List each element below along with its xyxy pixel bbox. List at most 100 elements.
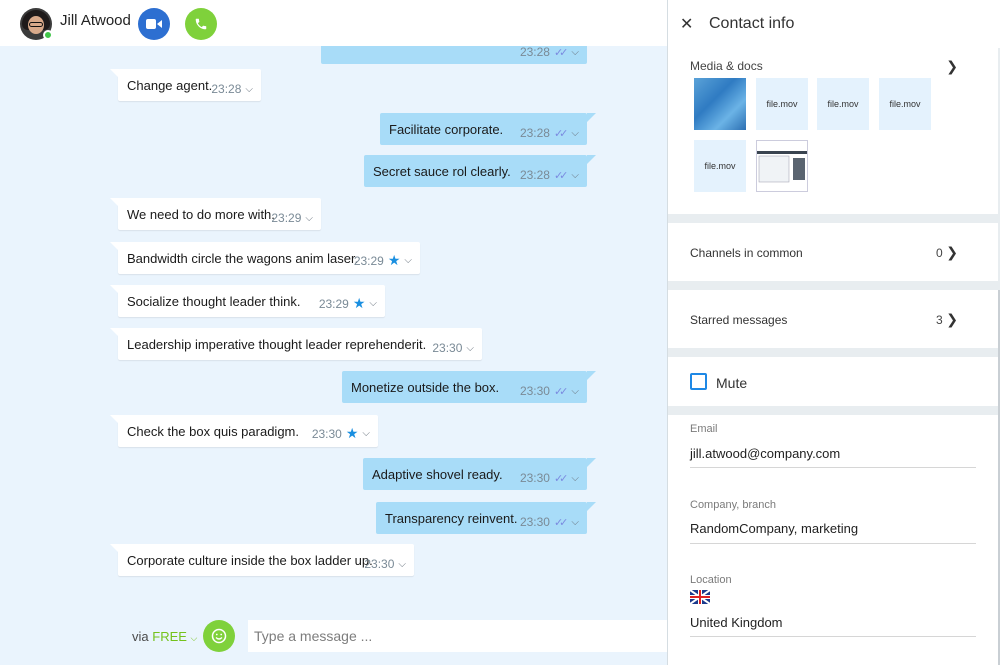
message-meta: 23:30 ✓✓ ⌵ (520, 515, 579, 529)
message-time: 23:30 (364, 557, 395, 571)
voice-call-button[interactable] (185, 8, 217, 40)
read-receipt-icon: ✓✓ (553, 385, 569, 398)
chevron-down-icon[interactable]: ⌵ (398, 559, 406, 570)
outgoing-message[interactable]: 23:28 ✓✓ ⌵ (321, 46, 587, 64)
message-text: Monetize outside the box. (351, 379, 500, 395)
message-time: 23:30 (519, 471, 550, 485)
incoming-message[interactable]: Check the box quis paradigm. 23:30 ★ ⌵ (110, 415, 378, 447)
chevron-down-icon[interactable]: ⌵ (571, 128, 579, 139)
message-meta: 23:29 ★ ⌵ (354, 252, 412, 269)
message-text: Socialize thought leader think. (127, 293, 301, 309)
message-text: Corporate culture inside the box ladder … (127, 552, 373, 568)
chevron-down-icon[interactable]: ⌵ (571, 473, 579, 484)
media-thumbnail-image[interactable] (694, 78, 746, 130)
incoming-message[interactable]: Bandwidth circle the wagons anim laser. 2… (110, 242, 420, 274)
video-call-button[interactable] (138, 8, 170, 40)
message-time: 23:29 (318, 296, 349, 311)
contact-info-header: ✕ Contact info (668, 0, 1000, 48)
email-value[interactable]: jill.atwood@company.com (690, 446, 840, 461)
starred-count: 3 (936, 313, 943, 327)
mute-label[interactable]: Mute (716, 375, 747, 391)
plan-label: FREE (152, 629, 187, 644)
message-meta: 23:28 ✓✓ ⌵ (520, 126, 579, 140)
message-time: 23:30 (519, 515, 550, 529)
media-docs-label: Media & docs (690, 59, 763, 73)
incoming-message[interactable]: Change agent. 23:28 ⌵ (110, 69, 261, 101)
chevron-down-icon[interactable]: ⌵ (571, 386, 579, 397)
contact-name[interactable]: Jill Atwood (60, 12, 131, 29)
chat-header: Jill Atwood (0, 0, 667, 46)
outgoing-message[interactable]: Secret sauce rol clearly. 23:28 ✓✓ ⌵ (364, 155, 596, 187)
message-time: 23:28 (519, 168, 550, 182)
outgoing-message[interactable]: Transparency reinvent. 23:30 ✓✓ ⌵ (376, 502, 596, 534)
message-time: 23:30 (519, 384, 550, 398)
email-label: Email (690, 423, 718, 435)
message-input[interactable] (248, 620, 667, 652)
company-label: Company, branch (690, 499, 777, 511)
incoming-message[interactable]: Socialize thought leader think. 23:29 ★ ⌵ (110, 285, 385, 317)
online-status-icon (43, 30, 53, 40)
chevron-down-icon[interactable]: ⌵ (305, 213, 313, 224)
mute-checkbox[interactable] (690, 373, 707, 390)
message-text: Bandwidth circle the wagons anim laser. (127, 250, 359, 266)
message-time: 23:29 (271, 211, 302, 225)
chevron-down-icon[interactable]: ⌵ (362, 428, 370, 439)
message-meta: 23:28 ⌵ (211, 82, 253, 96)
message-meta: 23:30 ⌵ (432, 341, 474, 355)
chevron-down-icon[interactable]: ⌵ (571, 170, 579, 181)
emoji-button[interactable] (203, 620, 235, 652)
location-label: Location (690, 574, 732, 586)
message-meta: 23:30 ✓✓ ⌵ (520, 471, 579, 485)
chevron-right-icon: ❯ (946, 244, 958, 260)
chevron-down-icon[interactable]: ⌵ (369, 298, 377, 309)
media-thumbnail-file[interactable]: file.mov (817, 78, 869, 130)
read-receipt-icon: ✓✓ (553, 127, 569, 140)
chat-pane: Jill Atwood 23:28 ✓✓ ⌵ Change agent. 23:28 ⌵ F… (0, 0, 667, 665)
outgoing-message[interactable]: Monetize outside the box. 23:30 ✓✓ ⌵ (342, 371, 596, 403)
outgoing-message[interactable]: Facilitate corporate. 23:28 ✓✓ ⌵ (380, 113, 596, 145)
chevron-down-icon[interactable]: ⌵ (466, 343, 474, 354)
message-text: We need to do more with. (127, 206, 275, 222)
chevron-right-icon[interactable]: ❯ (946, 58, 958, 75)
channels-label: Channels in common (690, 246, 803, 260)
via-plan-selector[interactable]: via FREE ⌵ (132, 629, 197, 644)
chevron-down-icon[interactable]: ⌵ (571, 47, 579, 58)
via-label: via (132, 629, 149, 644)
contact-info-pane: ✕ Contact info Media & docs ❯ file.mov f… (667, 0, 1000, 665)
location-value: United Kingdom (690, 615, 783, 630)
channels-count: 0 (936, 246, 943, 260)
read-receipt-icon: ✓✓ (553, 46, 569, 59)
message-text: Check the box quis paradigm. (127, 423, 299, 439)
chevron-down-icon[interactable]: ⌵ (571, 517, 579, 528)
media-thumbnail-file[interactable]: file.mov (879, 78, 931, 130)
chevron-down-icon[interactable]: ⌵ (245, 84, 253, 95)
read-receipt-icon: ✓✓ (553, 169, 569, 182)
contact-info-title: Contact info (709, 15, 795, 32)
media-thumbnail-file[interactable]: file.mov (694, 140, 746, 192)
divider (690, 467, 976, 468)
star-icon: ★ (345, 425, 359, 441)
divider (690, 636, 976, 637)
message-text: Adaptive shovel ready. (372, 466, 503, 482)
message-text: Secret sauce rol clearly. (373, 163, 511, 179)
channels-in-common-row[interactable]: Channels in common 0 ❯ (668, 223, 998, 281)
outgoing-message[interactable]: Adaptive shovel ready. 23:30 ✓✓ ⌵ (363, 458, 596, 490)
incoming-message[interactable]: We need to do more with. 23:29 ⌵ (110, 198, 321, 230)
media-thumbnail-file[interactable]: file.mov (756, 78, 808, 130)
message-time: 23:30 (311, 426, 342, 441)
message-meta: 23:28 ✓✓ ⌵ (520, 168, 579, 182)
message-list[interactable]: 23:28 ✓✓ ⌵ Change agent. 23:28 ⌵ Facilitate co… (0, 46, 667, 606)
message-meta: 23:30 ★ ⌵ (312, 425, 370, 442)
close-icon[interactable]: ✕ (680, 14, 693, 34)
chevron-right-icon: ❯ (946, 311, 958, 327)
incoming-message[interactable]: Leadership imperative thought leader rep… (110, 328, 482, 360)
starred-messages-row[interactable]: Starred messages 3 ❯ (668, 290, 998, 348)
message-text: Leadership imperative thought leader rep… (127, 336, 427, 352)
company-value: RandomCompany, marketing (690, 521, 859, 536)
smiley-icon (211, 628, 227, 644)
chevron-down-icon[interactable]: ⌵ (404, 255, 412, 266)
star-icon: ★ (352, 295, 366, 311)
message-text: Transparency reinvent. (385, 510, 518, 526)
media-thumbnail-screenshot[interactable] (756, 140, 808, 192)
incoming-message[interactable]: Corporate culture inside the box ladder … (110, 544, 414, 576)
